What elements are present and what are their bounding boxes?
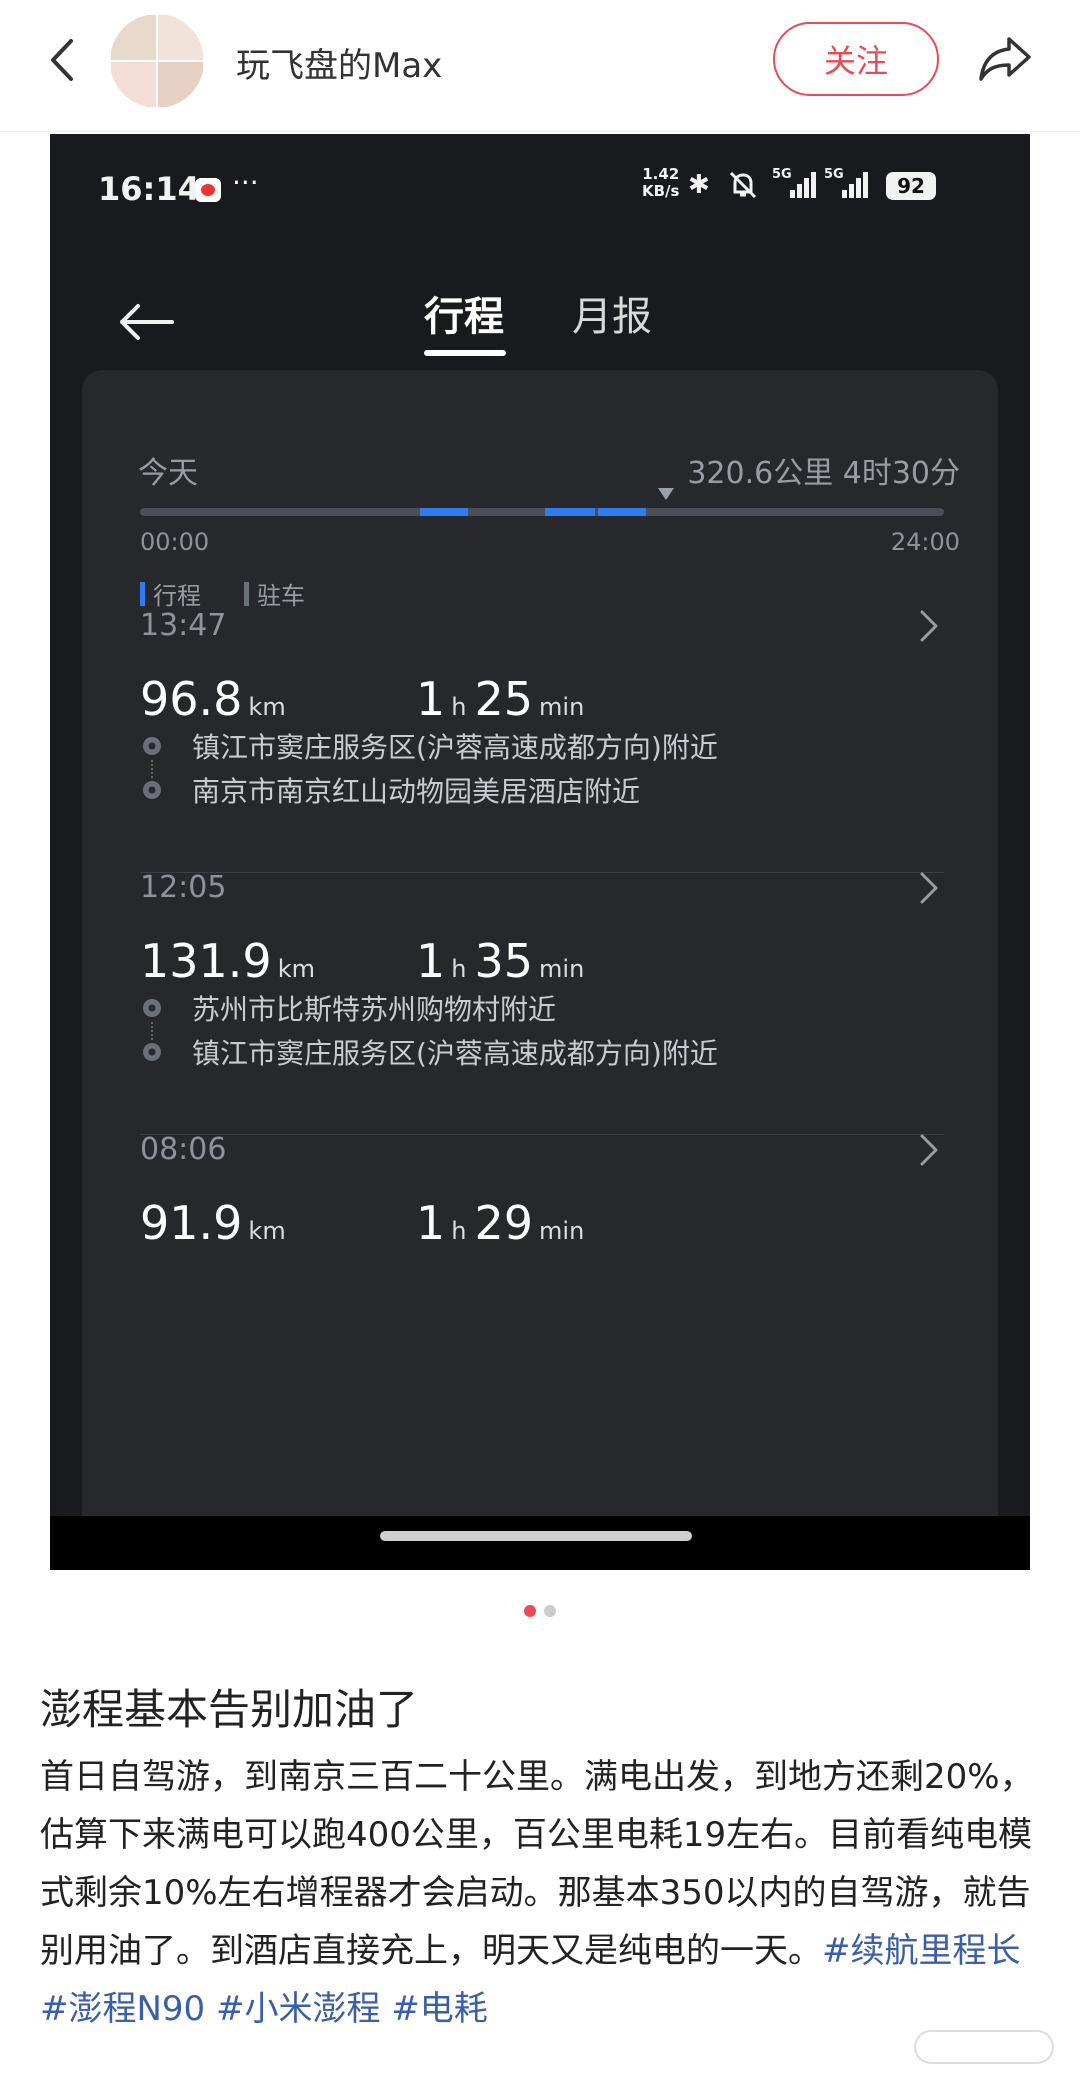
trip-destination: 镇江市窦庄服务区(沪蓉高速成都方向)附近 bbox=[192, 1037, 718, 1070]
route-connector bbox=[151, 1022, 153, 1040]
battery-level: 92 bbox=[886, 172, 936, 200]
share-icon[interactable] bbox=[970, 28, 1040, 90]
post-image[interactable]: 16:14 ··· 1.42 KB/s ✱ 5G 5G 92 行程 月报 今天 … bbox=[50, 134, 1030, 1570]
timeline-trip-segment bbox=[420, 508, 468, 516]
watermark bbox=[914, 2030, 1054, 2064]
trip-start-time: 08:06 bbox=[140, 1132, 227, 1167]
trip-minutes: 35 bbox=[474, 934, 534, 988]
legend-parking-label: 驻车 bbox=[257, 582, 305, 610]
post-title: 澎程基本告别加油了 bbox=[40, 1685, 419, 1734]
timeline-trip-segment bbox=[545, 508, 595, 516]
tab-monthly-report[interactable]: 月报 bbox=[572, 284, 652, 342]
signal-icon-2: 5G bbox=[824, 164, 872, 208]
follow-button[interactable]: 关注 bbox=[773, 22, 939, 96]
legend-trip-swatch bbox=[140, 581, 145, 606]
trip-minutes: 25 bbox=[474, 672, 534, 726]
trip-distance: 131.9 km bbox=[140, 934, 323, 988]
trip-start-time: 12:05 bbox=[140, 870, 227, 905]
trip-hours: 1 bbox=[416, 672, 446, 726]
pager-dot[interactable] bbox=[544, 1605, 556, 1617]
trip-distance: 91.9 km bbox=[140, 1196, 294, 1250]
legend-trip-label: 行程 bbox=[153, 582, 201, 610]
mute-bell-icon bbox=[726, 168, 760, 209]
trip-start-time: 13:47 bbox=[140, 608, 227, 643]
trip-origin: 镇江市窦庄服务区(沪蓉高速成都方向)附近 bbox=[192, 731, 718, 764]
chevron-right-icon[interactable] bbox=[914, 608, 944, 644]
trip-item[interactable]: 08:06 91.9 km 1 h 29 min bbox=[140, 1132, 944, 1432]
status-time: 16:14 bbox=[98, 170, 200, 208]
location-pin-icon bbox=[140, 1040, 164, 1064]
bluetooth-icon: ✱ bbox=[688, 170, 710, 200]
timeline-now-marker bbox=[658, 488, 674, 500]
trip-hours: 1 bbox=[416, 1196, 446, 1250]
avatar[interactable] bbox=[110, 14, 204, 108]
trip-distance-value: 91.9 bbox=[140, 1196, 243, 1250]
back-icon[interactable] bbox=[34, 28, 90, 92]
arrow-left-icon[interactable] bbox=[112, 294, 182, 350]
trip-minutes-unit: min bbox=[539, 693, 585, 721]
route-connector bbox=[151, 760, 153, 778]
trip-destination: 南京市南京红山动物园美居酒店附近 bbox=[192, 775, 641, 808]
trip-hours-unit: h bbox=[451, 1217, 467, 1245]
network-speed-unit: KB/s bbox=[642, 182, 680, 200]
trip-nav: 行程 月报 bbox=[50, 264, 1030, 374]
trip-item[interactable]: 13:47 96.8 km 1 h 25 min 镇江市窦庄服务区(沪蓉高速成都方向)附… bbox=[140, 608, 944, 908]
hashtag[interactable]: #电耗 bbox=[391, 1989, 488, 2029]
network-speed: 1.42 KB/s bbox=[642, 166, 679, 200]
trip-distance: 96.8 km bbox=[140, 672, 294, 726]
signal-label: 5G bbox=[772, 167, 792, 182]
app-notification-icon bbox=[195, 178, 221, 202]
trip-distance-unit: km bbox=[277, 955, 315, 983]
signal-icon: 5G bbox=[772, 164, 820, 208]
pager-dot-active[interactable] bbox=[524, 1605, 536, 1617]
hashtag[interactable]: #小米澎程 bbox=[216, 1989, 381, 2029]
chevron-right-icon[interactable] bbox=[914, 1132, 944, 1168]
post-body: 首日自驾游，到南京三百二十公里。满电出发，到地方还剩20%，估算下来满电可以跑4… bbox=[40, 1748, 1040, 2038]
trip-minutes-unit: min bbox=[539, 1217, 585, 1245]
legend-parking: 驻车 bbox=[244, 576, 305, 611]
day-label: 今天 bbox=[138, 456, 198, 491]
hashtag[interactable]: #澎程N90 bbox=[40, 1989, 205, 2029]
trip-card: 今天 320.6公里 4时30分 00:00 24:00 行程 驻车 13:47… bbox=[82, 370, 998, 1570]
status-bar: 16:14 ··· 1.42 KB/s ✱ 5G 5G 92 bbox=[50, 162, 1030, 222]
network-speed-value: 1.42 bbox=[642, 165, 680, 183]
trip-minutes-unit: min bbox=[539, 955, 585, 983]
legend-trip: 行程 bbox=[140, 576, 201, 611]
trip-distance-value: 96.8 bbox=[140, 672, 243, 726]
tab-trip[interactable]: 行程 bbox=[424, 284, 504, 342]
gesture-bar-area bbox=[50, 1516, 1030, 1570]
timeline-end-label: 24:00 bbox=[890, 528, 960, 556]
timeline-trip-segment bbox=[598, 508, 646, 516]
top-bar: 玩飞盘的Max 关注 bbox=[0, 0, 1080, 132]
username[interactable]: 玩飞盘的Max bbox=[236, 38, 442, 87]
day-summary: 320.6公里 4时30分 bbox=[687, 456, 960, 491]
location-pin-icon bbox=[140, 734, 164, 758]
trip-hours-unit: h bbox=[451, 955, 467, 983]
trip-hours: 1 bbox=[416, 934, 446, 988]
location-pin-icon bbox=[140, 996, 164, 1020]
trip-distance-value: 131.9 bbox=[140, 934, 272, 988]
legend-parking-swatch bbox=[244, 581, 249, 606]
location-pin-icon bbox=[140, 778, 164, 802]
day-timeline bbox=[140, 488, 944, 516]
trip-hours-unit: h bbox=[451, 693, 467, 721]
trip-minutes: 29 bbox=[474, 1196, 534, 1250]
home-indicator[interactable] bbox=[380, 1531, 692, 1541]
trip-duration: 1 h 25 min bbox=[416, 672, 592, 726]
trip-origin: 苏州市比斯特苏州购物村附近 bbox=[192, 993, 557, 1026]
trip-distance-unit: km bbox=[248, 693, 286, 721]
trip-distance-unit: km bbox=[248, 1217, 286, 1245]
image-pager[interactable] bbox=[524, 1605, 556, 1617]
trip-duration: 1 h 35 min bbox=[416, 934, 592, 988]
trip-duration: 1 h 29 min bbox=[416, 1196, 592, 1250]
chevron-right-icon[interactable] bbox=[914, 870, 944, 906]
trip-item[interactable]: 12:05 131.9 km 1 h 35 min 苏州市比斯特苏州购物村附近 镇江市窦… bbox=[140, 870, 944, 1170]
more-notifications-indicator: ··· bbox=[232, 166, 259, 199]
hashtag[interactable]: #续航里程长 bbox=[822, 1931, 1021, 1971]
timeline-start-label: 00:00 bbox=[140, 528, 210, 556]
active-tab-indicator bbox=[424, 350, 506, 356]
signal-label-2: 5G bbox=[824, 167, 844, 182]
